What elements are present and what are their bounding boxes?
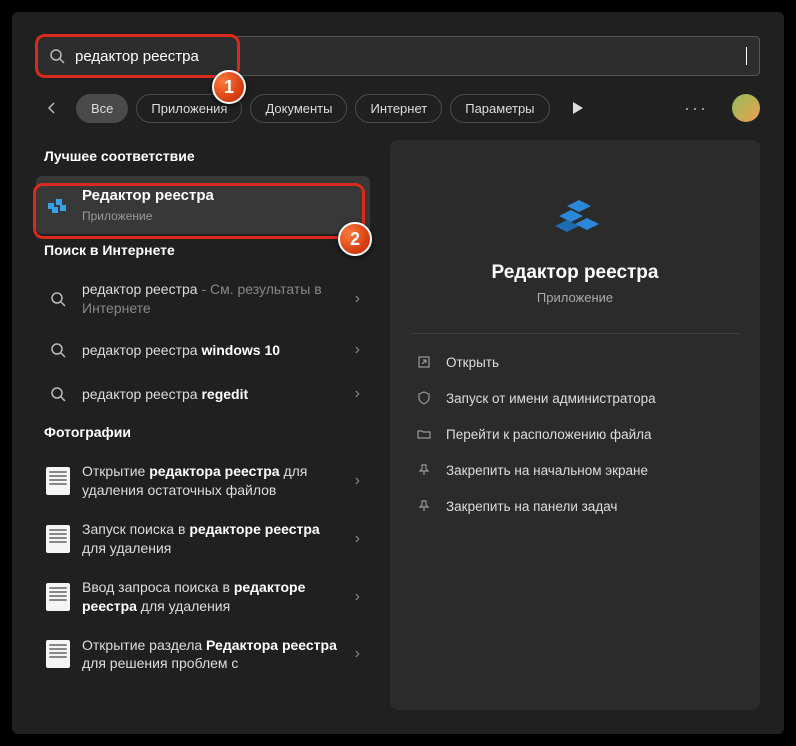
chevron-right-icon: ›	[355, 341, 360, 359]
web-result-text: редактор реестра regedit	[82, 385, 343, 404]
regedit-icon	[46, 193, 70, 217]
action-open-location[interactable]: Перейти к расположению файла	[410, 416, 740, 452]
search-box[interactable]: редактор реестра	[36, 36, 760, 76]
document-thumb-icon	[46, 640, 70, 668]
document-thumb-icon	[46, 583, 70, 611]
tab-all[interactable]: Все	[76, 94, 128, 123]
search-window: редактор реестра Все Приложения Документ…	[12, 12, 784, 734]
play-icon	[573, 102, 583, 114]
action-label: Перейти к расположению файла	[446, 427, 652, 442]
preview-subtitle: Приложение	[537, 290, 613, 305]
chevron-right-icon: ›	[355, 645, 360, 663]
photo-result[interactable]: Открытие раздела Редактора реестра для р…	[36, 626, 370, 684]
results-column: Лучшее соответствие Редактор реестра При…	[12, 140, 382, 734]
photo-result[interactable]: Запуск поиска в редакторе реестра для уд…	[36, 510, 370, 568]
best-match-subtitle: Приложение	[82, 208, 360, 224]
photo-result-text: Запуск поиска в редакторе реестра для уд…	[82, 520, 343, 558]
back-button[interactable]	[36, 92, 68, 124]
chevron-right-icon: ›	[355, 290, 360, 308]
photo-result[interactable]: Ввод запроса поиска в редакторе реестра …	[36, 568, 370, 626]
action-label: Запуск от имени администратора	[446, 391, 656, 406]
best-match-item[interactable]: Редактор реестра Приложение	[36, 176, 370, 234]
action-open[interactable]: Открыть	[410, 344, 740, 380]
tabs-row: Все Приложения Документы Интернет Параме…	[12, 84, 784, 140]
web-result[interactable]: редактор реестра regedit ›	[36, 372, 370, 416]
section-web-search: Поиск в Интернете	[36, 234, 370, 270]
section-photos: Фотографии	[36, 416, 370, 452]
preview-panel: Редактор реестра Приложение Открыть Запу…	[390, 140, 760, 710]
search-icon	[46, 382, 70, 406]
tab-settings[interactable]: Параметры	[450, 94, 549, 123]
action-label: Закрепить на начальном экране	[446, 463, 648, 478]
photo-result-text: Открытие редактора реестра для удаления …	[82, 462, 343, 500]
arrow-left-icon	[44, 100, 60, 116]
pin-icon	[416, 498, 432, 514]
more-options-button[interactable]: ···	[676, 98, 716, 119]
divider	[410, 333, 740, 334]
shield-icon	[416, 390, 432, 406]
photo-result-text: Открытие раздела Редактора реестра для р…	[82, 636, 343, 674]
content: Лучшее соответствие Редактор реестра При…	[12, 140, 784, 734]
action-run-as-admin[interactable]: Запуск от имени администратора	[410, 380, 740, 416]
avatar[interactable]	[732, 94, 760, 122]
text-caret	[746, 47, 747, 65]
chevron-right-icon: ›	[355, 530, 360, 548]
preview-title: Редактор реестра	[492, 262, 659, 284]
web-result[interactable]: редактор реестра - См. результаты в Инте…	[36, 270, 370, 328]
regedit-icon-large	[547, 188, 603, 244]
more-tabs-button[interactable]	[562, 92, 594, 124]
tab-internet[interactable]: Интернет	[355, 94, 442, 123]
tab-documents[interactable]: Документы	[250, 94, 347, 123]
document-thumb-icon	[46, 467, 70, 495]
chevron-right-icon: ›	[355, 472, 360, 490]
best-match-title: Редактор реестра	[82, 186, 360, 206]
document-thumb-icon	[46, 525, 70, 553]
web-result[interactable]: редактор реестра windows 10 ›	[36, 328, 370, 372]
search-row: редактор реестра	[12, 12, 784, 84]
photo-result-text: Ввод запроса поиска в редакторе реестра …	[82, 578, 343, 616]
web-result-text: редактор реестра - См. результаты в Инте…	[82, 280, 343, 318]
section-best-match: Лучшее соответствие	[36, 140, 370, 176]
photo-result[interactable]: Открытие редактора реестра для удаления …	[36, 452, 370, 510]
best-match-text: Редактор реестра Приложение	[82, 186, 360, 224]
pin-icon	[416, 462, 432, 478]
chevron-right-icon: ›	[355, 588, 360, 606]
chevron-right-icon: ›	[355, 385, 360, 403]
search-icon	[46, 338, 70, 362]
action-label: Открыть	[446, 355, 499, 370]
open-icon	[416, 354, 432, 370]
search-icon	[46, 287, 70, 311]
tab-apps[interactable]: Приложения	[136, 94, 242, 123]
search-input[interactable]: редактор реестра	[75, 48, 746, 65]
action-pin-taskbar[interactable]: Закрепить на панели задач	[410, 488, 740, 524]
preview-head: Редактор реестра Приложение	[410, 164, 740, 333]
search-icon	[49, 48, 65, 64]
folder-icon	[416, 426, 432, 442]
web-result-text: редактор реестра windows 10	[82, 341, 343, 360]
action-pin-start[interactable]: Закрепить на начальном экране	[410, 452, 740, 488]
action-label: Закрепить на панели задач	[446, 499, 617, 514]
